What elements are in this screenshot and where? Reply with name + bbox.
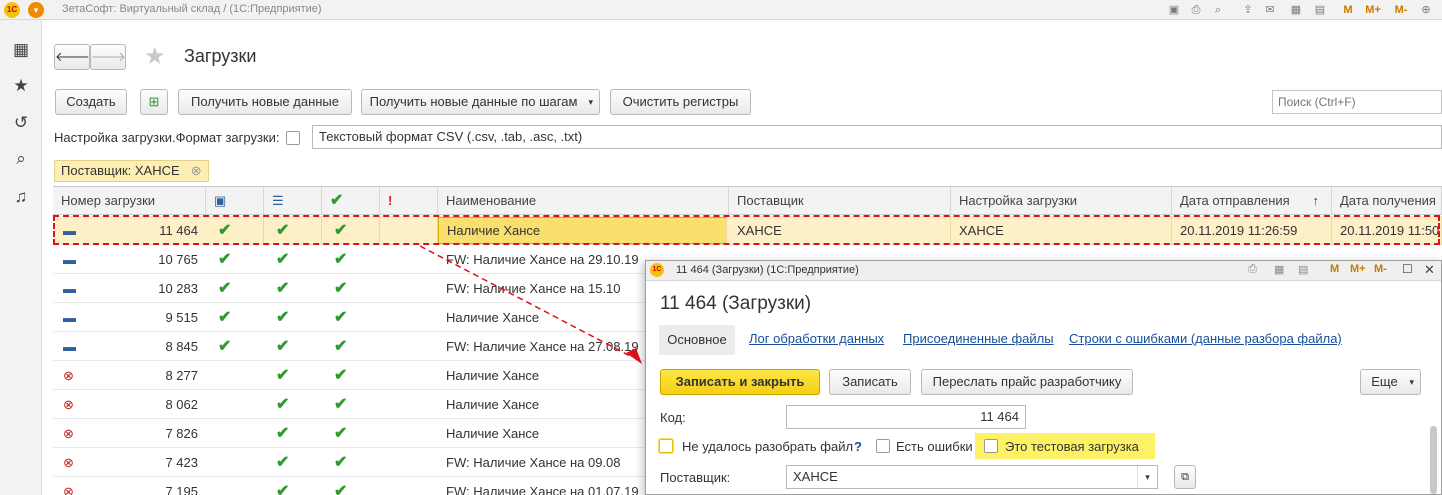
- chevron-down-icon[interactable]: ▾: [1137, 466, 1157, 488]
- save-and-close-button[interactable]: Записать и закрыть: [660, 369, 820, 395]
- test-load-highlight: Это тестовая загрузка: [975, 433, 1155, 459]
- code-label: Код:: [660, 410, 686, 425]
- has-errors-checkbox[interactable]: [876, 439, 890, 453]
- record-dialog: 1С 11 464 (Загрузки) (1С:Предприятие) ⎙ …: [645, 260, 1442, 495]
- print-icon[interactable]: ⎙: [1248, 263, 1257, 276]
- supplier-value: ХАНСЕ: [793, 469, 838, 484]
- close-icon[interactable]: ✕: [1424, 262, 1435, 278]
- save-button[interactable]: Записать: [829, 369, 911, 395]
- 1c-logo-icon: 1С: [650, 263, 664, 277]
- dialog-window-title: 11 464 (Загрузки) (1С:Предприятие): [676, 264, 859, 276]
- help-icon[interactable]: ?: [854, 439, 862, 454]
- test-load-checkbox[interactable]: [984, 439, 998, 453]
- tab-error-rows[interactable]: Строки с ошибками (данные разбора файла): [1069, 331, 1342, 346]
- dialog-scrollbar[interactable]: [1430, 426, 1437, 494]
- tab-main[interactable]: Основное: [659, 325, 735, 355]
- code-field[interactable]: 11 464: [786, 405, 1026, 429]
- more-label: Еще: [1371, 374, 1398, 389]
- memory-mplus-icon[interactable]: M+: [1350, 263, 1366, 275]
- supplier-field[interactable]: ХАНСЕ ▾: [786, 465, 1158, 489]
- open-icon: ⧉: [1181, 471, 1189, 483]
- more-button[interactable]: Еще ▾: [1360, 369, 1421, 395]
- dialog-title: 11 464 (Загрузки): [660, 293, 812, 314]
- tab-files[interactable]: Присоединенные файлы: [903, 331, 1054, 346]
- supplier-label: Поставщик:: [660, 470, 731, 485]
- memory-mminus-icon[interactable]: M-: [1374, 263, 1387, 275]
- forward-price-button[interactable]: Переслать прайс разработчику: [921, 369, 1133, 395]
- test-load-label: Это тестовая загрузка: [1005, 439, 1139, 454]
- parse-fail-checkbox[interactable]: [658, 438, 674, 454]
- calendar-icon[interactable]: ▤: [1298, 263, 1308, 276]
- tab-log[interactable]: Лог обработки данных: [749, 331, 884, 346]
- has-errors-label: Есть ошибки: [896, 439, 973, 454]
- parse-fail-label: Не удалось разобрать файл: [682, 439, 854, 454]
- open-supplier-button[interactable]: ⧉: [1174, 465, 1196, 489]
- calculator-icon[interactable]: ▦: [1274, 263, 1284, 276]
- dialog-titlebar: 1С 11 464 (Загрузки) (1С:Предприятие) ⎙ …: [646, 261, 1441, 281]
- memory-m-icon[interactable]: M: [1330, 263, 1339, 275]
- maximize-icon[interactable]: ☐: [1402, 262, 1413, 276]
- chevron-down-icon: ▾: [1409, 377, 1414, 387]
